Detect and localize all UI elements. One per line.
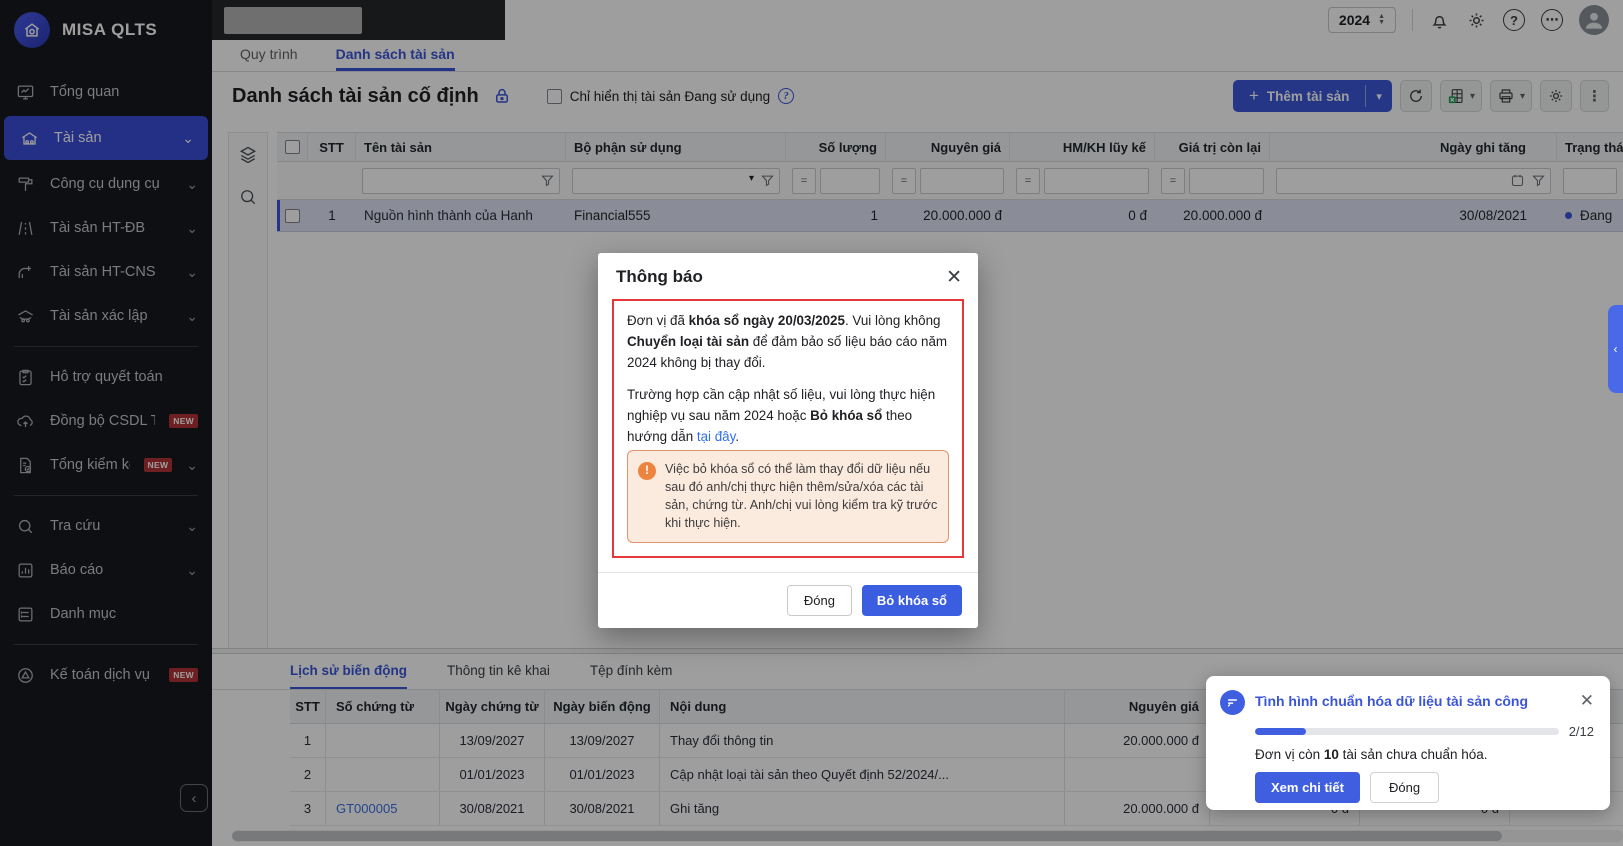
modal-warning-content: Đơn vị đã khóa sổ ngày 20/03/2025. Vui l… xyxy=(612,299,964,558)
chevron-left-icon: ‹ xyxy=(1614,342,1618,356)
modal-caution-box: ! Việc bỏ khóa sổ có thể làm thay đổi dữ… xyxy=(627,450,949,543)
side-drawer-tab[interactable]: ‹ xyxy=(1608,305,1623,393)
standardization-toast: Tình hình chuẩn hóa dữ liệu tài sản công… xyxy=(1206,676,1610,810)
standardization-progress: 2/12 xyxy=(1255,724,1594,739)
modal-paragraph-1: Đơn vị đã khóa sổ ngày 20/03/2025. Vui l… xyxy=(627,311,949,373)
progress-fill xyxy=(1255,728,1306,735)
toast-message: Đơn vị còn 10 tài sản chưa chuẩn hóa. xyxy=(1255,747,1594,762)
modal-close-button[interactable]: Đóng xyxy=(787,585,852,616)
modal-close-icon[interactable]: ✕ xyxy=(946,268,962,287)
huong-dan-link[interactable]: tại đây xyxy=(697,429,735,444)
unlock-books-button[interactable]: Bỏ khóa sổ xyxy=(862,585,962,616)
modal-title: Thông báo xyxy=(616,267,703,287)
notification-modal: Thông báo ✕ Đơn vị đã khóa sổ ngày 20/03… xyxy=(598,253,978,628)
toast-close-button[interactable]: Đóng xyxy=(1370,772,1439,803)
toast-close-icon[interactable]: ✕ xyxy=(1580,690,1594,709)
progress-label: 2/12 xyxy=(1569,724,1594,739)
warning-exclaim-icon: ! xyxy=(638,462,656,480)
modal-paragraph-2: Trường hợp cần cập nhật số liệu, vui lòn… xyxy=(627,385,949,447)
caution-text: Việc bỏ khóa sổ có thể làm thay đổi dữ l… xyxy=(665,460,938,533)
chat-bubble-icon xyxy=(1220,690,1245,715)
progress-track xyxy=(1255,728,1559,735)
view-details-button[interactable]: Xem chi tiết xyxy=(1255,772,1360,803)
app-root: MISA QLTS Tổng quan Tài sản ⌄ Công cụ dụ… xyxy=(0,0,1623,846)
toast-title: Tình hình chuẩn hóa dữ liệu tài sản công xyxy=(1255,690,1570,709)
